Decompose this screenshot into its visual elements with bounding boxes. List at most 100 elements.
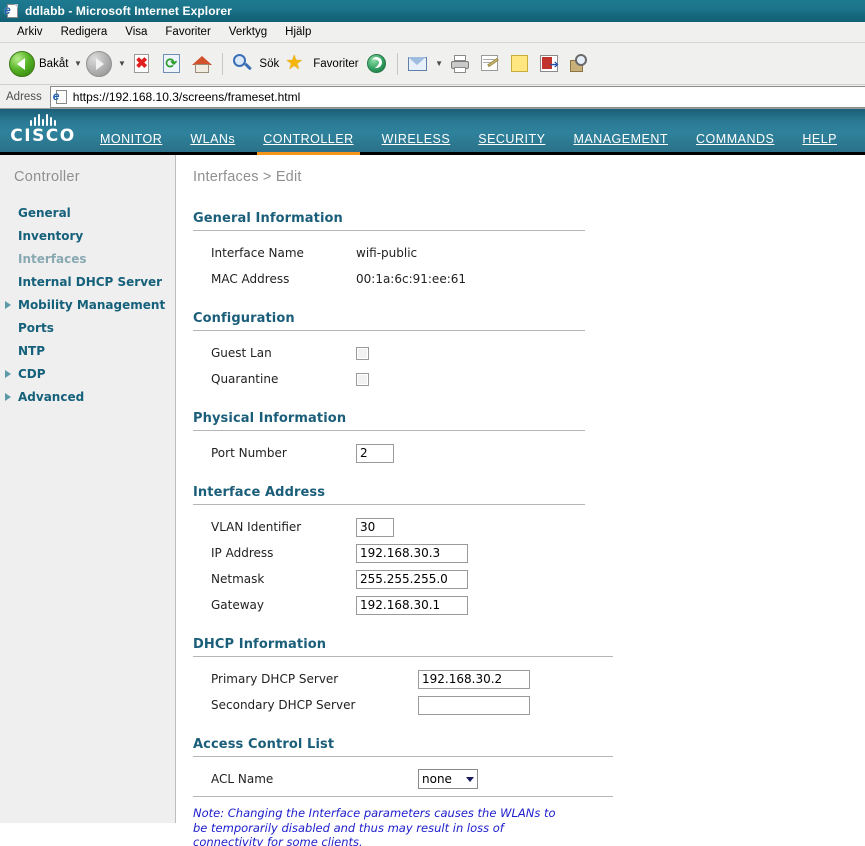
nav-commands[interactable]: COMMANDS <box>682 132 788 152</box>
acl-name-selected-value: none <box>422 772 452 786</box>
mail-dropdown-icon[interactable]: ▼ <box>434 59 445 68</box>
sidebar-item-internal-dhcp-server[interactable]: Internal DHCP Server <box>0 270 175 293</box>
mac-address-label: MAC Address <box>211 272 290 286</box>
sidebar-item-inventory[interactable]: Inventory <box>0 224 175 247</box>
ie-document-icon: e <box>53 89 69 105</box>
back-history-dropdown-icon[interactable]: ▼ <box>72 59 83 68</box>
menu-item-arkiv[interactable]: Arkiv <box>8 24 52 40</box>
menu-item-hjalp[interactable]: Hjälp <box>276 24 320 40</box>
nav-wlans[interactable]: WLANs <box>176 132 249 152</box>
section-divider-bottom <box>193 796 613 797</box>
menu-item-favoriter[interactable]: Favoriter <box>156 24 219 40</box>
edit-button[interactable] <box>475 47 505 81</box>
acl-name-select[interactable]: none <box>418 769 478 789</box>
row-netmask: Netmask <box>193 566 865 592</box>
sidebar-item-ports[interactable]: Ports <box>0 316 175 339</box>
back-arrow-icon <box>9 50 35 77</box>
print-button[interactable] <box>445 47 475 81</box>
expand-arrow-icon[interactable] <box>5 392 11 401</box>
sidebar-item-interfaces[interactable]: Interfaces <box>0 247 175 270</box>
forward-button[interactable] <box>83 47 115 81</box>
gateway-label: Gateway <box>211 598 265 612</box>
ip-address-label: IP Address <box>211 546 274 560</box>
sidebar-item-ntp[interactable]: NTP <box>0 339 175 362</box>
sidebar-item-general[interactable]: General <box>0 201 175 224</box>
nav-security[interactable]: SECURITY <box>464 132 559 152</box>
gateway-input[interactable] <box>356 595 468 615</box>
sidebar-item-cdp[interactable]: CDP <box>0 362 175 385</box>
expand-arrow-icon[interactable] <box>5 369 11 378</box>
forward-history-dropdown-icon[interactable]: ▼ <box>116 59 127 68</box>
browser-toolbar: Bakåt ▼ ▼ ✖ ⟳ Sök ★ Favoriter ▼ ➔ <box>0 43 865 85</box>
interface-name-value: wifi-public <box>356 246 418 260</box>
forward-arrow-icon <box>86 50 113 77</box>
cisco-wordmark: CISCO <box>10 126 76 146</box>
nav-controller[interactable]: CONTROLLER <box>249 132 367 155</box>
primary-dhcp-input[interactable] <box>418 669 530 689</box>
window-titlebar: e ddlabb - Microsoft Internet Explorer <box>0 0 865 22</box>
toolbar-separator-2 <box>396 52 398 75</box>
vlan-identifier-input[interactable] <box>356 517 394 537</box>
interface-name-label: Interface Name <box>211 246 304 260</box>
mail-icon <box>406 52 430 76</box>
sidebar-item-mobility-management[interactable]: Mobility Management <box>0 293 175 316</box>
menu-item-visa[interactable]: Visa <box>116 24 156 40</box>
address-bar-label: Adress <box>6 90 42 103</box>
back-button[interactable]: Bakåt <box>6 47 71 81</box>
section-title: DHCP Information <box>193 637 327 652</box>
section-title: Physical Information <box>193 411 347 426</box>
research-button[interactable] <box>565 47 595 81</box>
discuss-icon: ➔ <box>538 52 562 76</box>
section-configuration: Configuration Guest Lan Quarantine <box>193 311 865 392</box>
home-button[interactable] <box>187 47 217 81</box>
guest-lan-checkbox[interactable] <box>356 346 369 360</box>
favorites-button[interactable]: ★ Favoriter <box>282 47 361 81</box>
secondary-dhcp-input[interactable] <box>418 695 530 715</box>
section-title: General Information <box>193 211 343 226</box>
nav-management[interactable]: MANAGEMENT <box>559 132 682 152</box>
internet-explorer-window: e ddlabb - Microsoft Internet Explorer A… <box>0 0 865 846</box>
secondary-dhcp-label: Secondary DHCP Server <box>211 698 356 712</box>
media-button[interactable] <box>362 47 392 81</box>
menu-item-redigera[interactable]: Redigera <box>52 24 117 40</box>
breadcrumb-root[interactable]: Interfaces <box>193 169 259 185</box>
main-panel: Interfaces > Edit General Information In… <box>176 155 865 846</box>
refresh-button[interactable]: ⟳ <box>157 47 187 81</box>
note-button[interactable] <box>505 47 535 81</box>
sidebar-item-label: Interfaces <box>18 251 87 266</box>
row-acl-name: ACL Name none <box>193 766 865 792</box>
refresh-icon: ⟳ <box>160 52 184 76</box>
ip-address-input[interactable] <box>356 543 468 563</box>
address-input[interactable]: e https://192.168.10.3/screens/frameset.… <box>49 85 865 108</box>
nav-help[interactable]: HELP <box>788 132 851 152</box>
sidebar-title: Controller <box>14 169 80 185</box>
section-divider <box>193 430 585 431</box>
nav-wireless[interactable]: WIRELESS <box>368 132 465 152</box>
row-primary-dhcp-server: Primary DHCP Server <box>193 666 865 692</box>
row-mac-address: MAC Address 00:1a:6c:91:ee:61 <box>193 266 865 292</box>
section-interface-address: Interface Address VLAN Identifier IP Add… <box>193 485 865 618</box>
search-button-label: Sök <box>259 57 280 70</box>
row-guest-lan: Guest Lan <box>193 340 865 366</box>
sidebar-item-label: CDP <box>18 366 46 381</box>
section-divider <box>193 656 613 657</box>
cisco-bridge-icon <box>30 113 56 126</box>
sidebar-item-label: Mobility Management <box>18 297 166 312</box>
netmask-input[interactable] <box>356 569 468 589</box>
discuss-button[interactable]: ➔ <box>535 47 565 81</box>
vlan-identifier-label: VLAN Identifier <box>211 520 302 534</box>
stop-button[interactable]: ✖ <box>127 47 157 81</box>
mail-button[interactable] <box>403 47 433 81</box>
print-icon <box>448 52 472 76</box>
chevron-down-icon <box>466 776 474 782</box>
menu-item-verktyg[interactable]: Verktyg <box>220 24 276 40</box>
quarantine-checkbox[interactable] <box>356 372 369 386</box>
search-button[interactable]: Sök <box>228 47 282 81</box>
sidebar-item-advanced[interactable]: Advanced <box>0 385 175 408</box>
home-icon <box>190 52 214 76</box>
sidebar-item-label: Internal DHCP Server <box>18 274 163 289</box>
row-interface-name: Interface Name wifi-public <box>193 240 865 266</box>
port-number-input[interactable] <box>356 443 394 463</box>
nav-monitor[interactable]: MONITOR <box>86 132 176 152</box>
expand-arrow-icon[interactable] <box>5 300 11 309</box>
